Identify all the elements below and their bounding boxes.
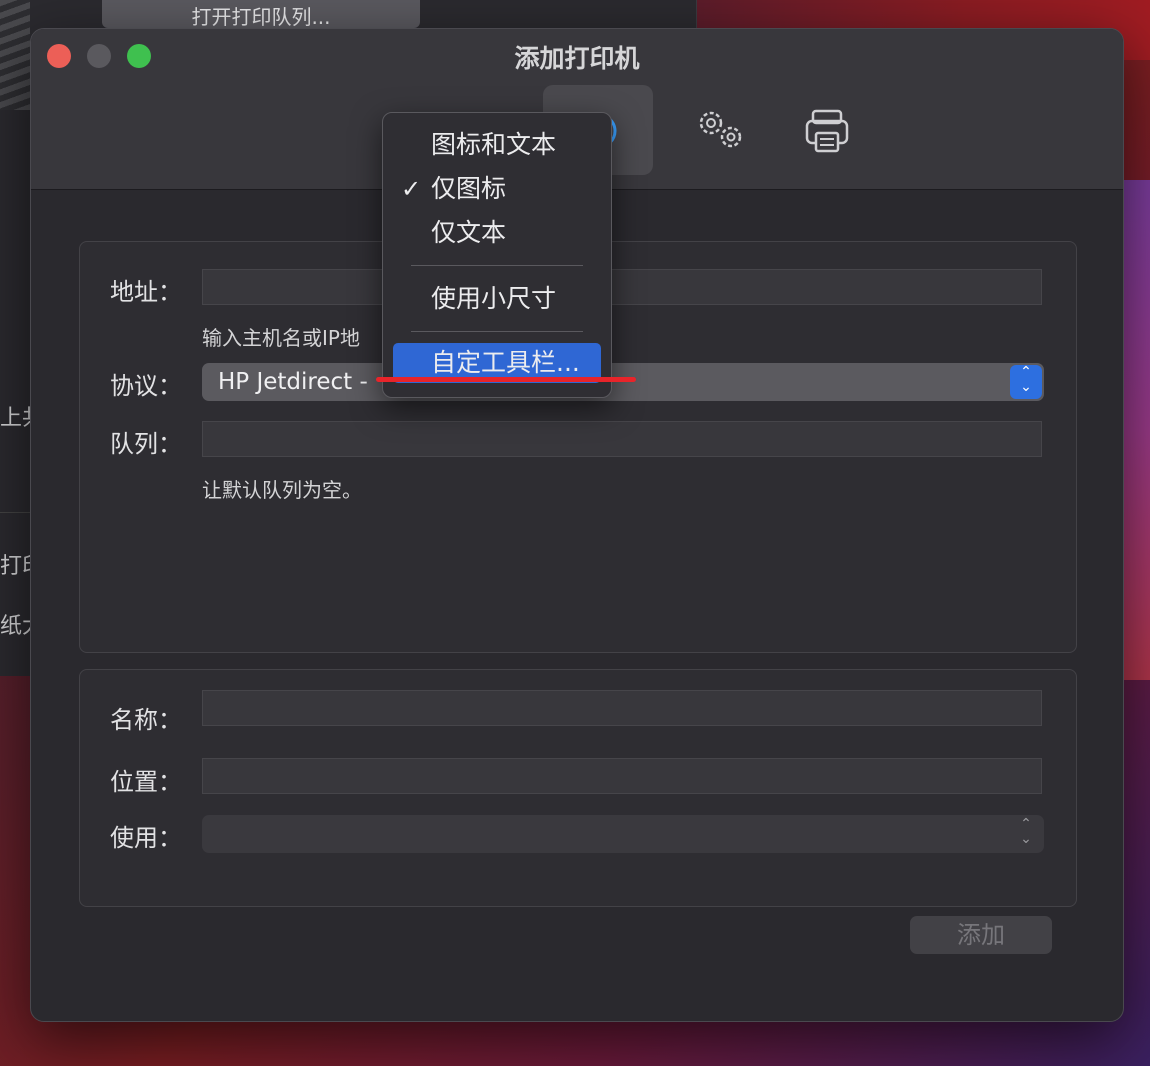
window-title: 添加打印机 — [514, 44, 640, 73]
name-label: 名称： — [110, 706, 182, 734]
menu-item-small-size[interactable]: 使用小尺寸 — [383, 279, 611, 319]
menu-item-label: 仅文本 — [431, 218, 507, 247]
menu-item-text-only[interactable]: 仅文本 — [383, 213, 611, 253]
printer-icon — [805, 109, 849, 153]
protocol-select[interactable]: HP Jetdirect - ⌃ ⌄ — [202, 363, 1044, 401]
menu-item-label: 仅图标 — [431, 174, 507, 203]
checkmark-icon: ✓ — [401, 175, 422, 203]
menu-item-icon-and-text[interactable]: 图标和文本 — [383, 125, 611, 165]
open-print-queue-button[interactable]: 打开打印队列... — [102, 0, 420, 28]
printer-info-panel: 名称： 位置： 使用： ⌃ ⌄ — [79, 669, 1077, 907]
queue-hint: 让默认队列为空。 — [202, 478, 362, 502]
address-hint: 输入主机名或IP地 — [202, 326, 360, 350]
name-input[interactable] — [202, 690, 1042, 726]
chevron-up-down-icon: ⌃ ⌄ — [1010, 365, 1042, 399]
protocol-value: HP Jetdirect - — [218, 369, 368, 395]
queue-label: 队列： — [110, 430, 182, 458]
gears-icon — [699, 111, 742, 148]
annotation-underline — [376, 377, 636, 382]
toolbar-context-menu: 图标和文本 ✓ 仅图标 仅文本 使用小尺寸 自定工具栏... — [382, 112, 612, 398]
queue-input[interactable] — [202, 421, 1042, 457]
chevron-up-down-icon: ⌃ ⌄ — [1020, 816, 1032, 847]
address-input[interactable] — [202, 269, 1042, 305]
use-label: 使用： — [110, 824, 182, 852]
menu-separator — [411, 331, 583, 332]
toolbar-printer-button[interactable] — [771, 85, 881, 175]
use-select[interactable]: ⌃ ⌄ — [202, 815, 1044, 853]
location-label: 位置： — [110, 768, 182, 796]
menu-item-label: 图标和文本 — [431, 130, 557, 159]
add-button[interactable]: 添加 — [910, 916, 1052, 954]
address-label: 地址： — [110, 278, 182, 306]
printer-image — [0, 0, 30, 110]
menu-item-label: 使用小尺寸 — [431, 284, 557, 313]
protocol-label: 协议： — [110, 372, 182, 400]
location-input[interactable] — [202, 758, 1042, 794]
menu-separator — [411, 265, 583, 266]
divider — [0, 512, 30, 513]
toolbar-windows-button[interactable] — [663, 85, 773, 175]
menu-item-icon-only[interactable]: ✓ 仅图标 — [383, 169, 611, 209]
